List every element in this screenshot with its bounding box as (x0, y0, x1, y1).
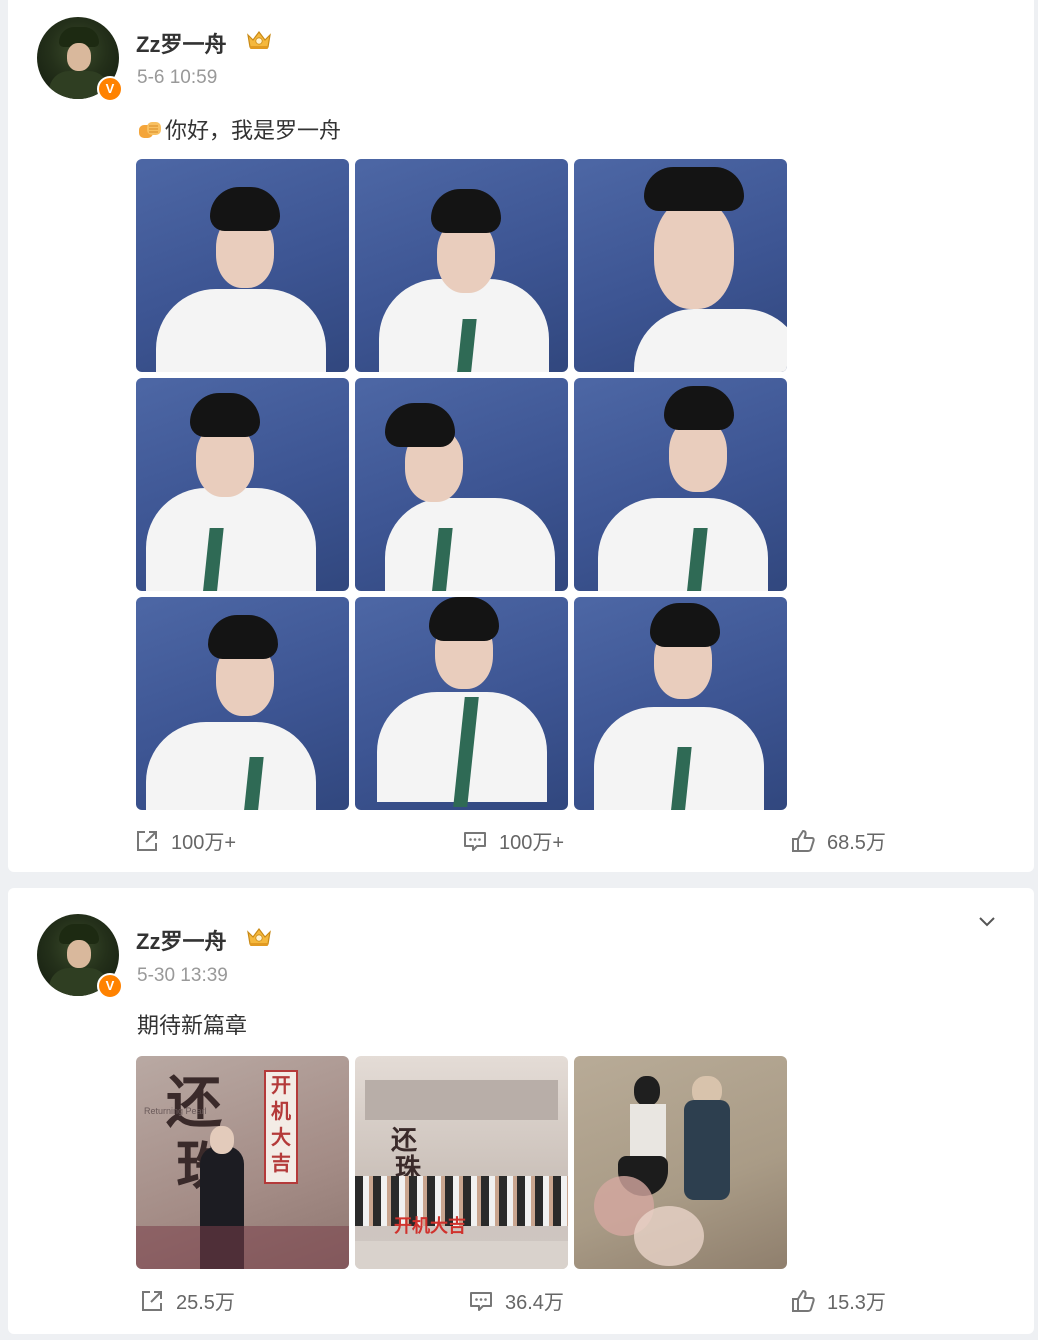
username[interactable]: Zz罗一舟 (136, 924, 226, 956)
post-text: 期待新篇章 (137, 1013, 248, 1038)
like-button[interactable]: 68.5万 (789, 826, 886, 855)
comment-count: 36.4万 (505, 1292, 564, 1314)
like-icon (792, 829, 815, 852)
fist-bump-emoji (139, 122, 161, 138)
poster-banner: 开机大吉 (264, 1070, 298, 1184)
post-image[interactable] (136, 378, 349, 591)
post-image[interactable] (355, 378, 568, 591)
post-image[interactable]: 还 珠 开机大吉 (355, 1056, 568, 1269)
repost-count: 100万+ (171, 832, 237, 854)
comment-button[interactable]: 100万+ (461, 826, 564, 855)
repost-icon (142, 1290, 162, 1311)
poster-banner: 开机大吉 (394, 1216, 466, 1237)
verified-v-icon: V (97, 76, 123, 102)
image-grid (136, 159, 787, 810)
like-count: 68.5万 (827, 832, 886, 854)
post-image[interactable] (136, 597, 349, 810)
repost-button[interactable]: 100万+ (133, 826, 236, 855)
post-text: 你好，我是罗一舟 (137, 113, 341, 145)
repost-button[interactable]: 25.5万 (138, 1286, 235, 1315)
action-bar: 25.5万 36.4万 15.3万 (8, 1286, 1034, 1316)
post-image[interactable]: 还 珠 Returning Pearl 开机大吉 (136, 1056, 349, 1269)
crown-badge-icon[interactable] (245, 925, 273, 947)
post-image[interactable] (355, 159, 568, 372)
post-time[interactable]: 5-6 10:59 (137, 67, 217, 89)
action-bar: 100万+ 100万+ 68.5万 (8, 826, 1034, 856)
post-image[interactable] (136, 159, 349, 372)
image-grid: 还 珠 Returning Pearl 开机大吉 还 珠 开机大吉 (136, 1056, 787, 1269)
crown-badge-icon[interactable] (245, 28, 273, 50)
verified-v-icon: V (97, 973, 123, 999)
post-image[interactable] (574, 597, 787, 810)
post-image[interactable] (574, 378, 787, 591)
username[interactable]: Zz罗一舟 (136, 27, 226, 59)
comment-icon (464, 831, 486, 851)
comment-icon (470, 1291, 492, 1311)
post-time[interactable]: 5-30 13:39 (137, 965, 228, 987)
repost-icon (137, 830, 157, 851)
post-card: V Zz罗一舟 5-30 13:39 期待新篇章 还 珠 Returning P… (8, 888, 1034, 1334)
comment-button[interactable]: 36.4万 (467, 1286, 564, 1315)
chevron-down-icon[interactable] (976, 910, 998, 932)
like-count: 15.3万 (827, 1292, 886, 1314)
post-image[interactable] (355, 597, 568, 810)
like-icon (792, 1289, 815, 1312)
repost-count: 25.5万 (176, 1292, 235, 1314)
post-image[interactable] (574, 1056, 787, 1269)
post-image[interactable] (574, 159, 787, 372)
post-text-content: 你好，我是罗一舟 (165, 118, 342, 143)
comment-count: 100万+ (499, 832, 565, 854)
poster-subtitle: Returning Pearl (144, 1106, 207, 1116)
post-card: V Zz罗一舟 5-6 10:59 你好，我是罗一舟 100万+ 100万+ 6… (8, 0, 1034, 872)
like-button[interactable]: 15.3万 (789, 1286, 886, 1315)
